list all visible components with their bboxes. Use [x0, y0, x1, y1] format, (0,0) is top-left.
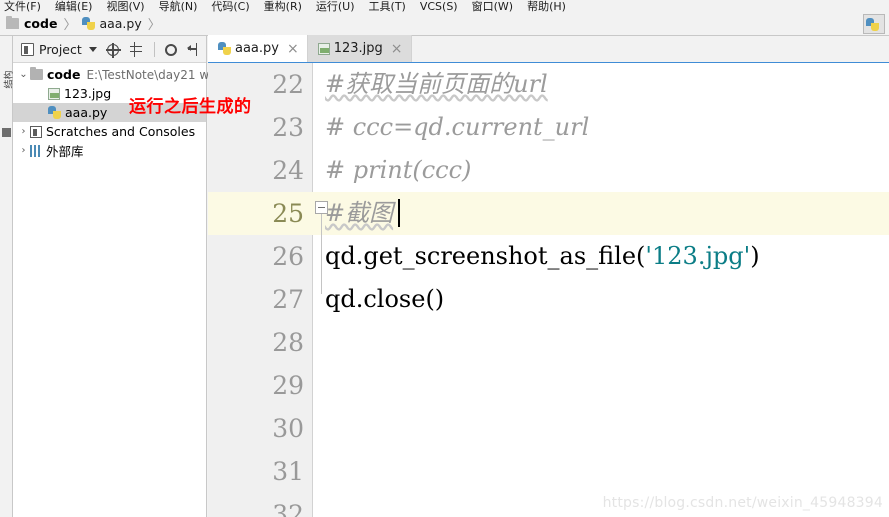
breadcrumb-separator-2: 〉 [147, 17, 161, 32]
code-token: ) [750, 242, 760, 270]
menu-item-3[interactable]: 导航(N) [159, 1, 198, 12]
line-number: 25 [272, 199, 304, 228]
breadcrumb: code 〉 aaa.py 〉 [0, 12, 889, 36]
tree-node-0[interactable]: ⌄ code E:\TestNote\day21 we [13, 65, 217, 84]
code-line-text: # ccc=qd.current_url [325, 106, 889, 149]
line-number: 30 [272, 414, 304, 443]
code-line-29[interactable]: 29 [208, 364, 889, 407]
tree-node-path: E:\TestNote\day21 we [86, 67, 217, 82]
text-caret [398, 199, 400, 227]
tree-node-3[interactable]: › Scratches and Consoles [13, 122, 206, 141]
menu-bar: 文件(F) 编辑(E) 视图(V) 导航(N) 代码(C) 重构(R) 运行(U) 工具(T)… [0, 0, 889, 12]
code-line-28[interactable]: 28 [208, 321, 889, 364]
chevron-down-icon[interactable] [88, 46, 97, 52]
code-line-25[interactable]: 25 #截图 [208, 192, 889, 294]
breadcrumb-project[interactable]: code [24, 16, 57, 31]
folder-icon [30, 67, 43, 80]
run-configuration-button[interactable] [863, 14, 885, 34]
menu-item-4[interactable]: 代码(C) [211, 1, 249, 12]
project-panel-toolbar: Project [13, 36, 206, 63]
tree-node-label: 外部库 [46, 144, 84, 159]
breadcrumb-separator-1: 〉 [63, 17, 77, 32]
editor-tab-123-jpg[interactable]: 123.jpg × [307, 35, 412, 62]
folder-icon [6, 16, 19, 29]
watermark: https://blog.csdn.net/weixin_45948394 [602, 495, 883, 511]
tree-node-4[interactable]: › 外部库 [13, 141, 206, 160]
code-line-31[interactable]: 31 [208, 450, 889, 493]
code-line-24[interactable]: 24 # print(ccc) [208, 149, 889, 192]
tree-node-label: code [47, 67, 81, 82]
menu-item-8[interactable]: VCS(S) [420, 1, 458, 12]
tool-window-strip: 结构 [0, 36, 15, 517]
tree-arrow-icon[interactable]: ⌄ [17, 69, 30, 80]
python-file-icon [218, 42, 231, 55]
close-icon[interactable]: × [287, 42, 299, 56]
code-token: #截图 [325, 199, 394, 227]
line-number: 26 [272, 242, 304, 271]
scratch-icon [30, 125, 42, 138]
tree-node-label: Scratches and Consoles [46, 124, 196, 139]
python-icon [865, 17, 879, 31]
editor-tab-label: aaa.py [235, 41, 279, 56]
image-file-icon [317, 42, 330, 55]
code-line-27[interactable]: 27 qd.close() [208, 278, 889, 321]
code-line-26[interactable]: 26 qd.get_screenshot_as_file('123.jpg') [208, 235, 889, 278]
tree-arrow-icon[interactable]: › [17, 126, 30, 137]
menu-item-9[interactable]: 窗口(W) [472, 1, 513, 12]
hide-icon[interactable] [186, 42, 202, 57]
code-line-22[interactable]: 22 #获取当前页面的url [208, 63, 889, 106]
menu-item-7[interactable]: 工具(T) [369, 1, 406, 12]
code-line-text: #获取当前页面的url [325, 63, 889, 106]
tree-node-label: 123.jpg [64, 86, 112, 101]
tree-node-label: aaa.py [65, 105, 108, 120]
breadcrumb-file[interactable]: aaa.py [99, 16, 141, 31]
line-number: 28 [272, 328, 304, 357]
code-line-text: qd.get_screenshot_as_file('123.jpg') [325, 235, 889, 278]
line-number: 29 [272, 371, 304, 400]
toolbar-divider [153, 41, 155, 57]
menu-item-2[interactable]: 视图(V) [106, 1, 144, 12]
editor-tab-bar: aaa.py × 123.jpg × [208, 35, 889, 63]
menu-item-0[interactable]: 文件(F) [4, 1, 41, 12]
menu-item-6[interactable]: 运行(U) [316, 1, 355, 12]
image-file-icon [48, 87, 60, 100]
line-number: 31 [272, 457, 304, 486]
red-annotation: 运行之后生成的 [129, 97, 252, 117]
gear-icon[interactable] [164, 44, 177, 56]
code-token: # ccc=qd.current_url [325, 113, 590, 141]
menu-item-1[interactable]: 编辑(E) [55, 1, 93, 12]
code-token: # print(ccc) [325, 156, 472, 184]
code-token: '123.jpg' [645, 242, 751, 270]
python-file-icon [48, 106, 61, 119]
line-number: 27 [272, 285, 304, 314]
line-number: 24 [272, 156, 304, 185]
code-editor[interactable]: 22 #获取当前页面的url 23 # ccc=qd.current_url 24 # p… [208, 63, 889, 517]
code-line-text: qd.close() [325, 278, 889, 321]
project-icon [21, 42, 34, 56]
code-token: qd.get_screenshot_as_file( [325, 242, 646, 270]
locate-icon[interactable] [105, 42, 121, 58]
code-token: #获取当前页面的url [325, 70, 548, 98]
code-token: qd.close() [325, 285, 445, 313]
tree-arrow-icon[interactable]: › [17, 145, 30, 156]
pycharm-window: 文件(F) 编辑(E) 视图(V) 导航(N) 代码(C) 重构(R) 运行(U) 工具(T)… [0, 0, 889, 517]
editor-tab-aaa-py[interactable]: aaa.py × [208, 35, 308, 62]
code-line-30[interactable]: 30 [208, 407, 889, 450]
menu-item-10[interactable]: 帮助(H) [527, 1, 566, 12]
line-number: 32 [272, 500, 304, 517]
editor-tab-label: 123.jpg [333, 41, 383, 56]
collapse-all-icon[interactable] [129, 41, 144, 57]
close-icon[interactable]: × [391, 42, 403, 56]
python-file-icon [82, 17, 96, 30]
code-line-23[interactable]: 23 # ccc=qd.current_url [208, 106, 889, 149]
tool-strip-marker [2, 128, 11, 137]
library-icon [30, 144, 42, 157]
project-panel-title[interactable]: Project [39, 42, 82, 57]
code-line-text: #截图 [325, 192, 889, 235]
code-line-text: # print(ccc) [325, 149, 889, 192]
menu-item-5[interactable]: 重构(R) [264, 1, 302, 12]
